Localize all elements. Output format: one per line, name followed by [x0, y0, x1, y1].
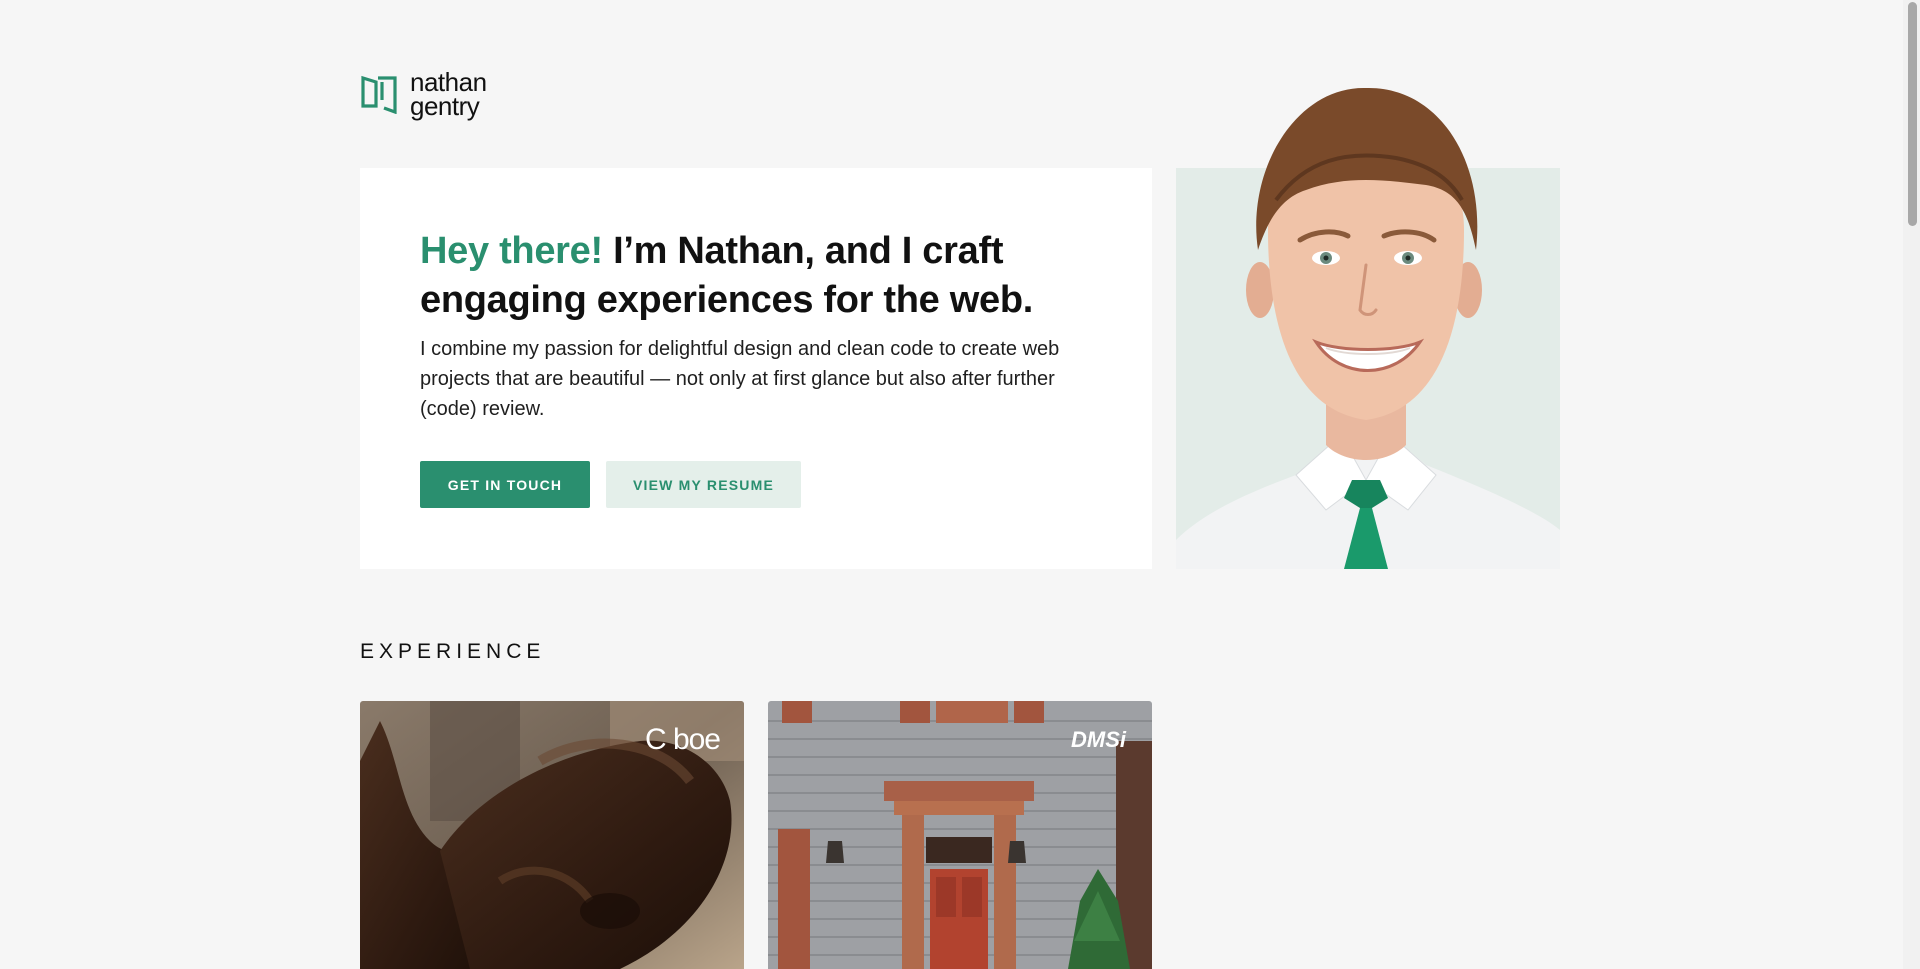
- logo-text: nathan gentry: [410, 69, 487, 121]
- logo-icon: [361, 75, 397, 114]
- hero-body: I combine my passion for delightful desi…: [420, 338, 1060, 420]
- hero-heading: Hey there! I’m Nathan, and I craft engag…: [420, 227, 1120, 325]
- scrollbar-thumb[interactable]: [1908, 2, 1917, 226]
- experience-card-dmsi[interactable]: DMSi: [768, 701, 1152, 969]
- person-portrait-icon: [1176, 87, 1560, 569]
- cboe-logo: C boe: [644, 723, 721, 756]
- page-scrollbar[interactable]: [1903, 0, 1920, 969]
- hero-card: Hey there! I’m Nathan, and I craft engag…: [360, 168, 1152, 569]
- page: nathan gentry Hey there! I’m Nathan, and…: [0, 0, 1920, 969]
- get-in-touch-button[interactable]: GET IN TOUCH: [420, 461, 590, 508]
- logo-line-2: gentry: [410, 91, 480, 121]
- dmsi-logo: DMSi: [1071, 727, 1126, 752]
- experience-heading: EXPERIENCE: [360, 640, 546, 663]
- view-resume-button[interactable]: VIEW MY RESUME: [606, 461, 801, 508]
- logo-link[interactable]: nathan gentry: [360, 69, 487, 121]
- experience-card-cboe[interactable]: C boe: [360, 701, 744, 969]
- portrait-image: [1176, 80, 1560, 569]
- hero-heading-accent: Hey there!: [420, 230, 603, 272]
